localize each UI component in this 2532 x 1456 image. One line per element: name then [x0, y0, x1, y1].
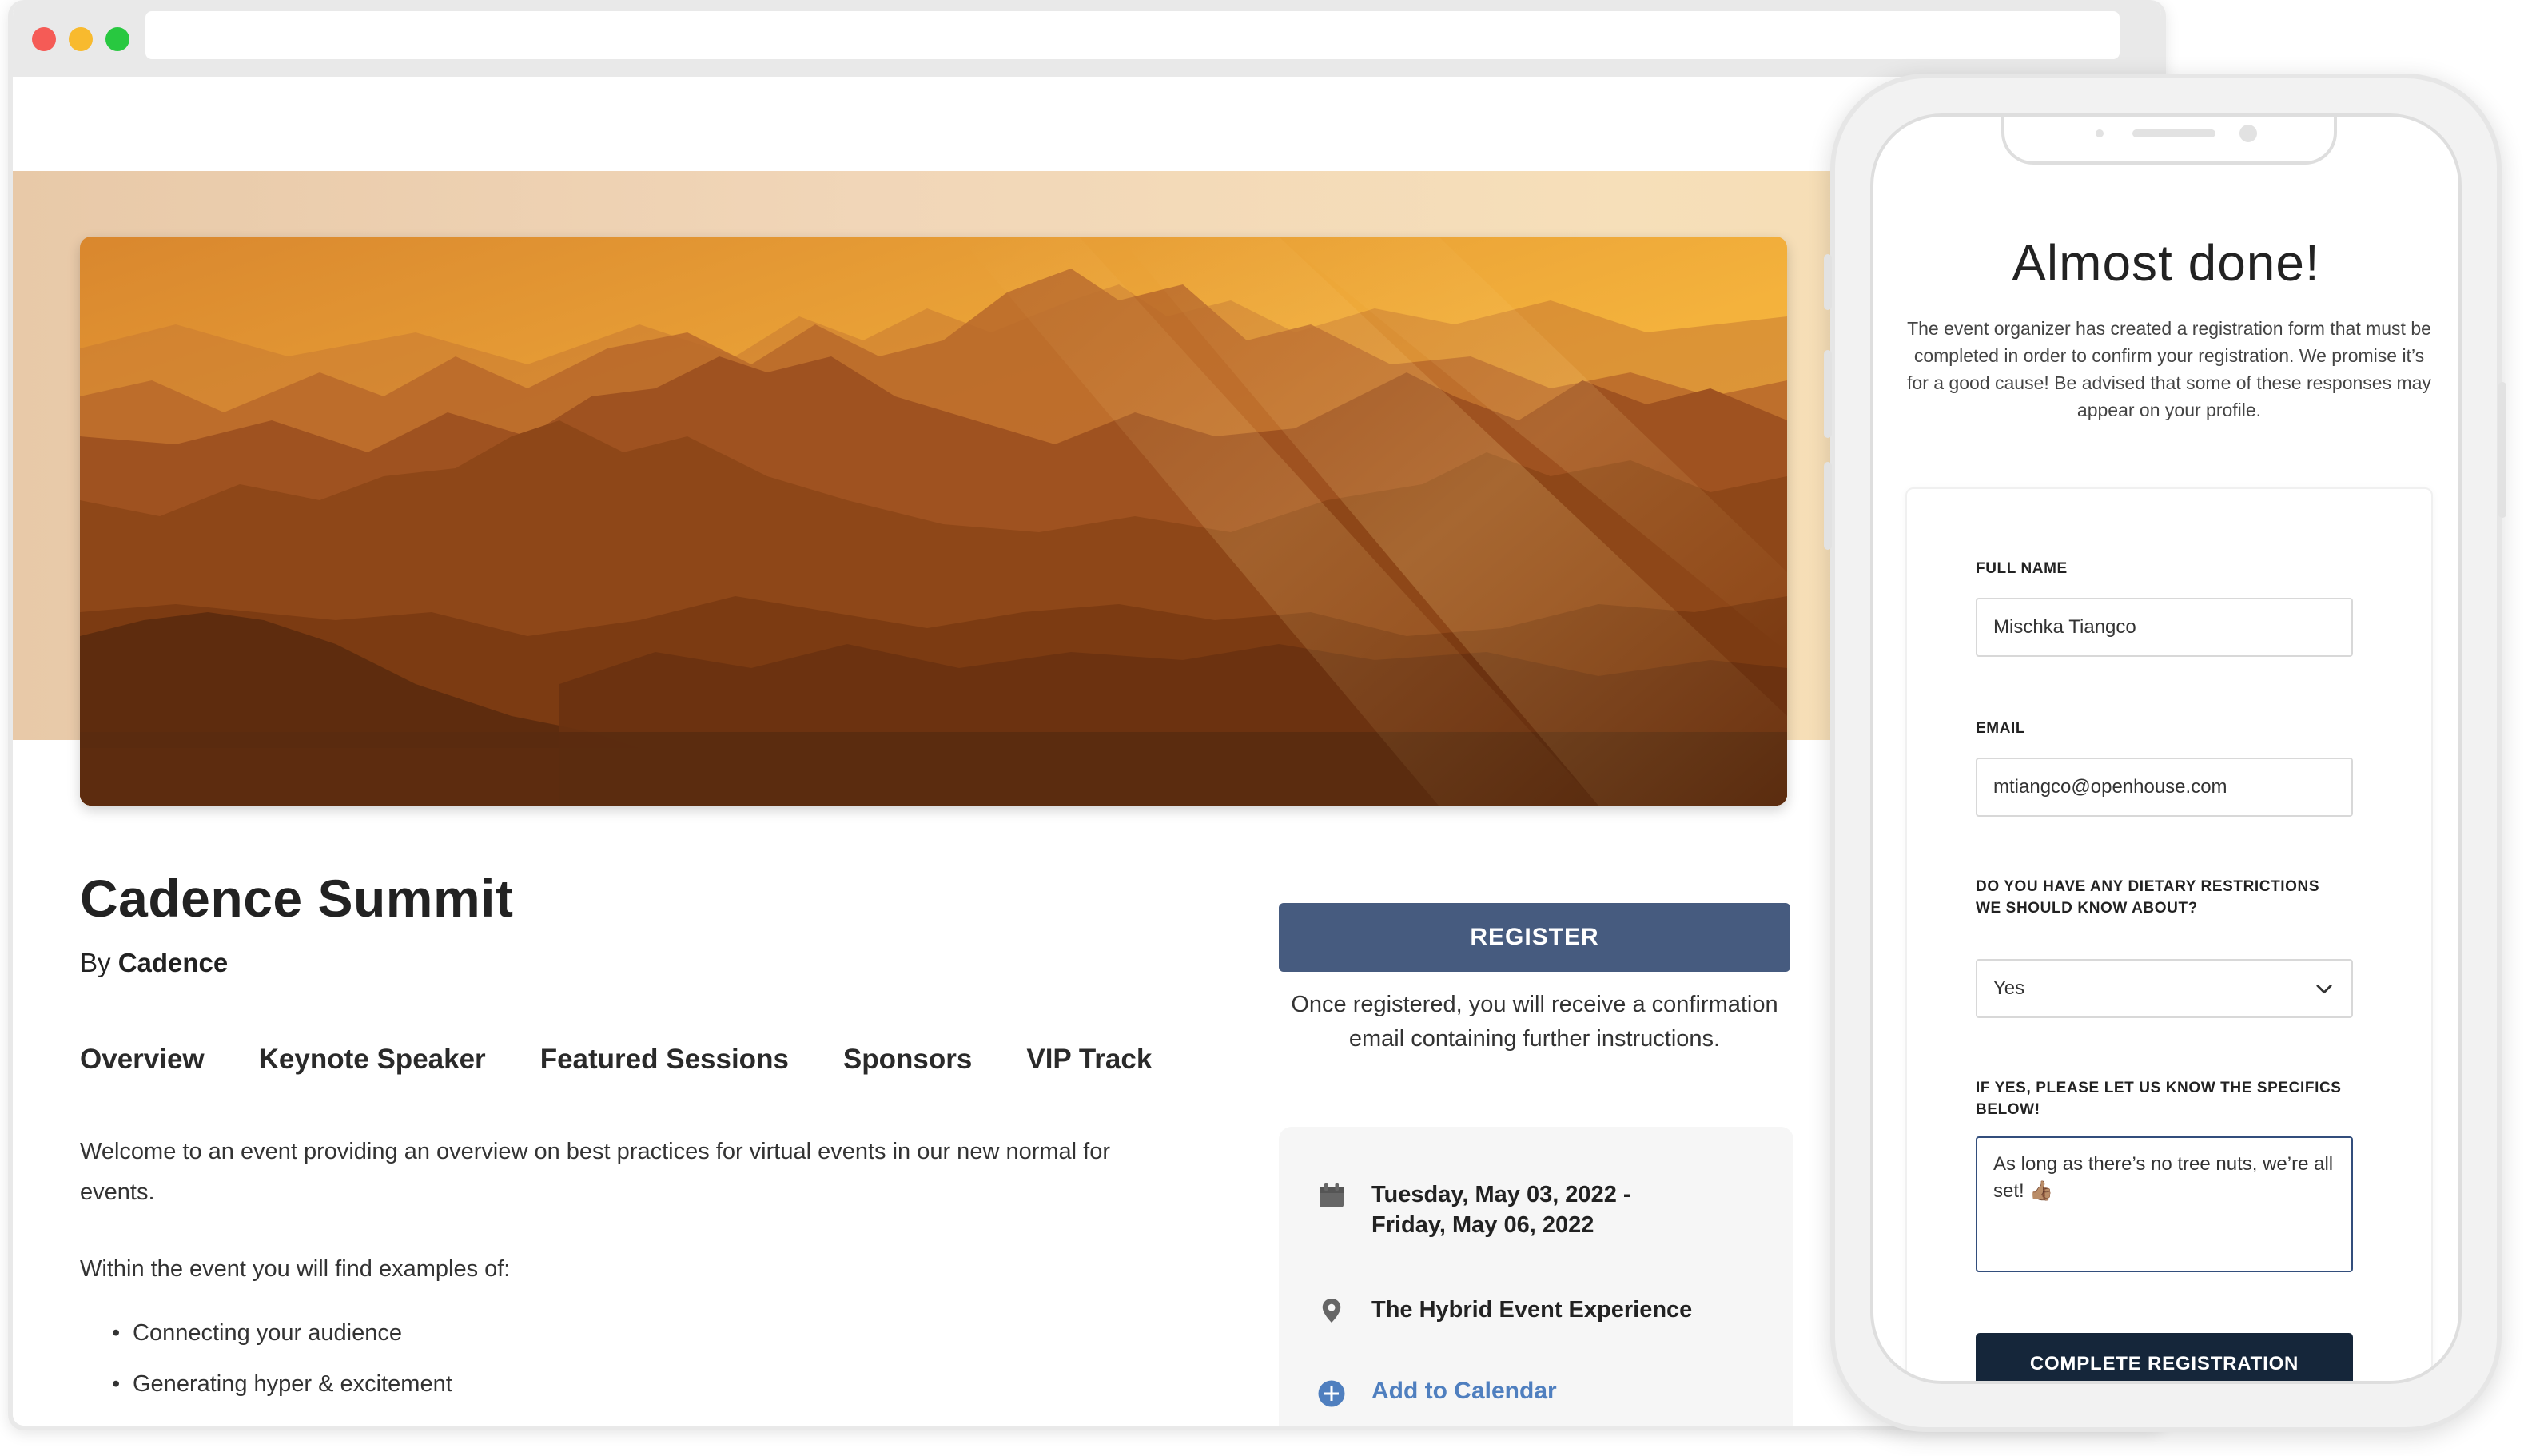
phone-screen: Almost done! The event organizer has cre… [1870, 113, 2462, 1384]
event-location-row: The Hybrid Event Experience [1317, 1295, 1692, 1325]
proximity-sensor [2096, 129, 2104, 137]
tab-sponsors[interactable]: Sponsors [843, 1044, 972, 1076]
phone-volume-down-button [1824, 462, 1832, 550]
registration-note: Once registered, you will receive a conf… [1291, 992, 1778, 1052]
form-heading: Almost done! [2012, 234, 2320, 292]
full-name-label: FULL NAME [1976, 560, 2068, 577]
event-dates: Tuesday, May 03, 2022 - Friday, May 06, … [1372, 1180, 1631, 1240]
event-description: Welcome to an event providing an overvie… [80, 1139, 1110, 1205]
complete-registration-button[interactable]: COMPLETE REGISTRATION [1976, 1333, 2353, 1381]
close-window-button[interactable] [32, 27, 56, 51]
organizer-name[interactable]: Cadence [118, 948, 229, 977]
event-byline: By Cadence [80, 948, 228, 978]
hero-banner-image [80, 237, 1787, 806]
byline-prefix: By [80, 948, 111, 977]
dietary-selected-value: Yes [1993, 977, 2025, 999]
email-label: EMAIL [1976, 720, 2026, 737]
phone-frame: Almost done! The event organizer has cre… [1824, 74, 2506, 1432]
add-to-calendar-row[interactable]: Add to Calendar [1317, 1378, 1557, 1408]
plus-circle-icon [1318, 1380, 1345, 1407]
list-item: Generating hyper & excitement [112, 1371, 452, 1422]
event-tabs: Overview Keynote Speaker Featured Sessio… [80, 1044, 1152, 1076]
mountain-landscape-image [80, 237, 1787, 806]
specifics-textarea[interactable]: As long as there’s no tree nuts, we’re a… [1976, 1136, 2353, 1272]
location-pin-icon [1322, 1299, 1341, 1323]
tab-featured-sessions[interactable]: Featured Sessions [540, 1044, 789, 1076]
event-location: The Hybrid Event Experience [1372, 1297, 1693, 1323]
specifics-label: IF YES, PLEASE LET US KNOW THE SPECIFICS… [1976, 1080, 2342, 1118]
email-input[interactable]: mtiangco@openhouse.com [1976, 758, 2353, 817]
tab-keynote-speaker[interactable]: Keynote Speaker [259, 1044, 486, 1076]
form-intro: The event organizer has created a regist… [1907, 318, 2431, 420]
register-button[interactable]: REGISTER [1279, 903, 1790, 972]
add-to-calendar-link[interactable]: Add to Calendar [1372, 1378, 1557, 1405]
full-name-input[interactable]: Mischka Tiangco [1976, 598, 2353, 657]
speaker-grille [2132, 129, 2216, 137]
examples-heading: Within the event you will find examples … [80, 1256, 511, 1282]
list-item: Connecting your audience [112, 1320, 452, 1371]
minimize-window-button[interactable] [69, 27, 93, 51]
browser-chrome [13, 0, 2161, 77]
event-date-row: Tuesday, May 03, 2022 - Friday, May 06, … [1317, 1180, 1631, 1240]
maximize-window-button[interactable] [106, 27, 129, 51]
chevron-down-icon [2316, 985, 2332, 994]
registration-form: FULL NAME Mischka Tiangco EMAIL mtiangco… [1905, 487, 2433, 1381]
phone-volume-up-button [1824, 350, 1832, 438]
event-title: Cadence Summit [80, 869, 514, 928]
dietary-restrictions-label: DO YOU HAVE ANY DIETARY RESTRICTIONS WE … [1976, 878, 2320, 917]
dietary-restrictions-select[interactable]: Yes [1976, 959, 2353, 1018]
tab-vip-track[interactable]: VIP Track [1026, 1044, 1152, 1076]
front-camera [2239, 125, 2257, 142]
calendar-icon [1320, 1183, 1344, 1207]
address-bar[interactable] [145, 11, 2120, 59]
event-info-card: Tuesday, May 03, 2022 - Friday, May 06, … [1279, 1127, 1794, 1426]
examples-list: Connecting your audience Generating hype… [112, 1320, 452, 1422]
phone-power-button [2498, 382, 2506, 518]
event-end-date: Friday, May 06, 2022 [1372, 1212, 1594, 1238]
phone-side-button [1824, 254, 1832, 310]
event-start-date: Tuesday, May 03, 2022 - [1372, 1182, 1631, 1207]
phone-notch [2001, 117, 2337, 165]
tab-overview[interactable]: Overview [80, 1044, 205, 1076]
